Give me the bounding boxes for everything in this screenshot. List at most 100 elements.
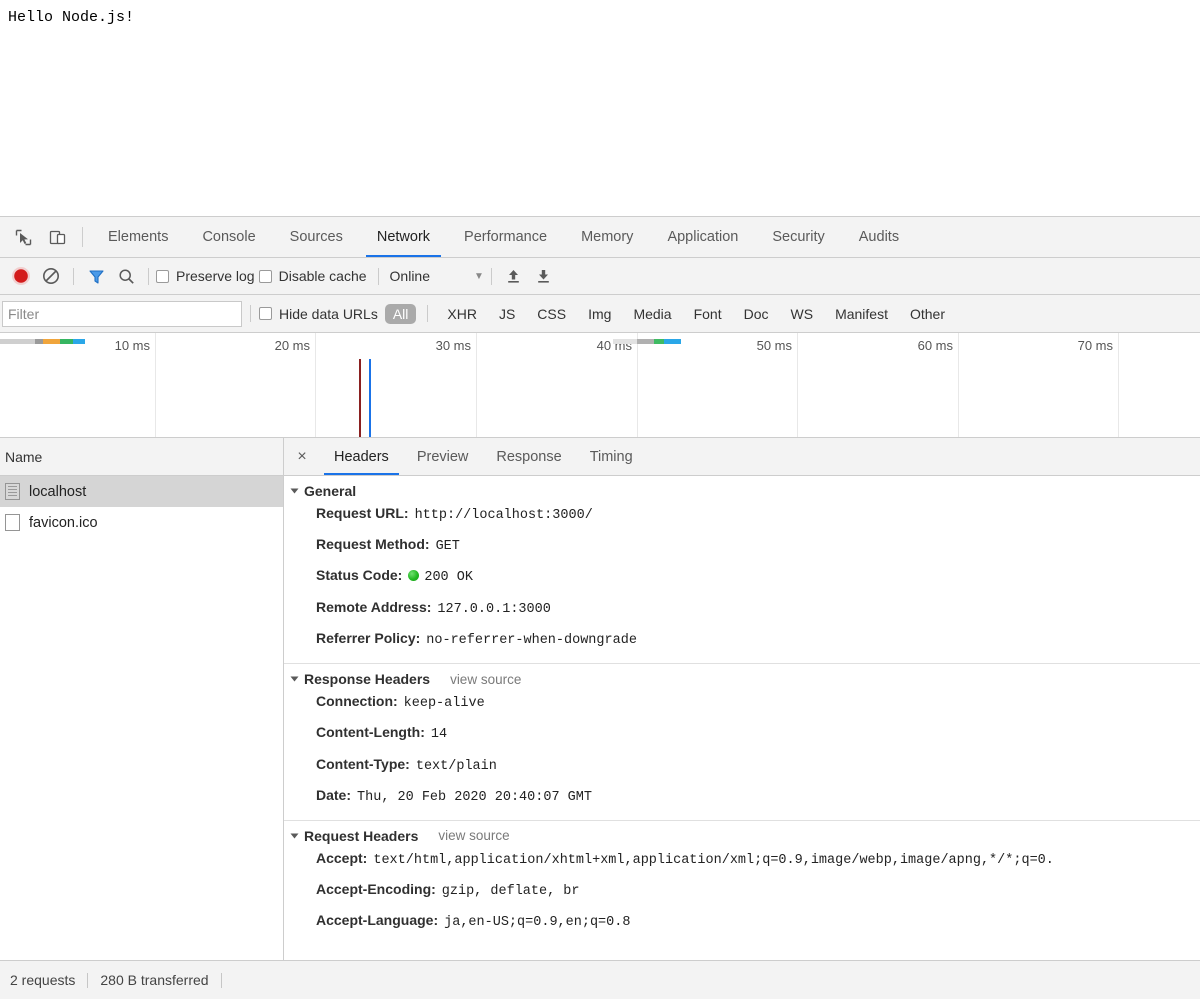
tab-performance[interactable]: Performance bbox=[447, 217, 564, 257]
tab-security-label: Security bbox=[772, 229, 824, 245]
view-source-link[interactable]: view source bbox=[450, 672, 521, 687]
tab-console[interactable]: Console bbox=[185, 217, 272, 257]
request-count: 2 requests bbox=[10, 972, 87, 988]
header-value: 200 OK bbox=[408, 569, 473, 587]
tab-audits[interactable]: Audits bbox=[842, 217, 916, 257]
header-value: GET bbox=[436, 538, 460, 556]
network-throttling-select[interactable]: Online ▼ bbox=[386, 268, 484, 284]
tab-preview[interactable]: Preview bbox=[403, 438, 483, 475]
tab-sources[interactable]: Sources bbox=[273, 217, 360, 257]
filter-icon[interactable] bbox=[81, 262, 111, 290]
tab-preview-label: Preview bbox=[417, 449, 469, 465]
status-divider bbox=[221, 973, 222, 988]
network-toolbar: Preserve log Disable cache Online ▼ bbox=[0, 258, 1200, 295]
overview-tick-4: 50 ms bbox=[757, 338, 797, 353]
tab-security[interactable]: Security bbox=[755, 217, 841, 257]
header-key: Date: bbox=[316, 786, 351, 805]
overview-tick-1: 20 ms bbox=[275, 338, 315, 353]
header-key: Remote Address: bbox=[316, 598, 431, 617]
type-filter-ws[interactable]: WS bbox=[783, 304, 822, 324]
header-group-title[interactable]: Request Headersview source bbox=[284, 828, 1200, 844]
overview-gridline bbox=[315, 333, 316, 437]
header-value: gzip, deflate, br bbox=[442, 883, 580, 901]
type-filter-manifest[interactable]: Manifest bbox=[827, 304, 896, 324]
load-event-marker bbox=[369, 359, 371, 437]
tab-audits-label: Audits bbox=[859, 229, 899, 245]
header-value: text/plain bbox=[416, 758, 497, 776]
tab-network[interactable]: Network bbox=[360, 217, 447, 257]
headers-content: GeneralRequest URL:http://localhost:3000… bbox=[284, 476, 1200, 960]
overview-bar-localhost bbox=[0, 339, 85, 344]
header-group-title[interactable]: Response Headersview source bbox=[284, 671, 1200, 687]
header-row: Accept: text/html,application/xhtml+xml,a… bbox=[284, 844, 1200, 875]
import-har-icon[interactable] bbox=[499, 262, 529, 290]
type-filter-xhr[interactable]: XHR bbox=[439, 304, 485, 324]
type-filter-js[interactable]: JS bbox=[491, 304, 523, 324]
overview-tick-2: 30 ms bbox=[436, 338, 476, 353]
tab-headers[interactable]: Headers bbox=[320, 438, 403, 475]
device-toolbar-icon[interactable] bbox=[40, 217, 74, 257]
throttle-value: Online bbox=[390, 268, 430, 284]
overview-tick-6: 70 ms bbox=[1078, 338, 1118, 353]
request-row-favicon-label: favicon.ico bbox=[29, 515, 98, 531]
view-source-link[interactable]: view source bbox=[438, 828, 509, 843]
overview-gridline bbox=[637, 333, 638, 437]
hide-data-urls-label: Hide data URLs bbox=[279, 306, 378, 322]
header-group-title[interactable]: General bbox=[284, 483, 1200, 499]
type-filter-img[interactable]: Img bbox=[580, 304, 619, 324]
disable-cache-checkbox[interactable]: Disable cache bbox=[259, 268, 367, 284]
tab-application[interactable]: Application bbox=[650, 217, 755, 257]
page-viewport: Hello Node.js! bbox=[0, 0, 1200, 216]
network-split-view: Name localhost favicon.ico × Headers bbox=[0, 438, 1200, 961]
tab-network-label: Network bbox=[377, 229, 430, 245]
request-row-localhost-label: localhost bbox=[29, 484, 86, 500]
header-key: Accept: bbox=[316, 849, 367, 868]
type-filter-doc[interactable]: Doc bbox=[736, 304, 777, 324]
preserve-log-checkbox[interactable]: Preserve log bbox=[156, 268, 255, 284]
tab-elements[interactable]: Elements bbox=[91, 217, 185, 257]
header-row: Request Method:GET bbox=[284, 530, 1200, 561]
type-filter-other[interactable]: Other bbox=[902, 304, 953, 324]
tab-timing[interactable]: Timing bbox=[576, 438, 647, 475]
network-overview-timeline[interactable]: 10 ms20 ms30 ms40 ms50 ms60 ms70 ms bbox=[0, 333, 1200, 438]
overview-tick-5: 60 ms bbox=[918, 338, 958, 353]
clear-button[interactable] bbox=[36, 262, 66, 290]
toolbar-divider bbox=[73, 268, 74, 285]
header-value: text/html,application/xhtml+xml,applicat… bbox=[373, 852, 1054, 870]
hide-data-urls-checkbox[interactable]: Hide data URLs bbox=[259, 306, 378, 322]
export-har-icon[interactable] bbox=[529, 262, 559, 290]
disable-cache-label: Disable cache bbox=[279, 268, 367, 284]
filter-input[interactable] bbox=[2, 301, 242, 327]
tab-console-label: Console bbox=[202, 229, 255, 245]
request-row-favicon[interactable]: favicon.ico bbox=[0, 507, 283, 538]
header-value: http://localhost:3000/ bbox=[415, 507, 593, 525]
status-divider bbox=[87, 973, 88, 988]
close-icon[interactable]: × bbox=[284, 438, 320, 475]
overview-bar-favicon bbox=[613, 339, 681, 344]
request-list-header[interactable]: Name bbox=[0, 438, 283, 476]
tab-memory[interactable]: Memory bbox=[564, 217, 650, 257]
inspect-element-icon[interactable] bbox=[6, 217, 40, 257]
tab-response[interactable]: Response bbox=[482, 438, 575, 475]
header-value: 127.0.0.1:3000 bbox=[437, 601, 550, 619]
tab-timing-label: Timing bbox=[590, 449, 633, 465]
request-row-localhost[interactable]: localhost bbox=[0, 476, 283, 507]
toolbar-divider bbox=[148, 268, 149, 285]
header-group-request-headers: Request Headersview source Accept: text/ht… bbox=[284, 821, 1200, 946]
header-row: Referrer Policy:no-referrer-when-downgra… bbox=[284, 624, 1200, 655]
type-filter-css[interactable]: CSS bbox=[529, 304, 574, 324]
type-filter-all[interactable]: All bbox=[385, 304, 417, 324]
dom-content-loaded-marker bbox=[359, 359, 361, 437]
tab-elements-label: Elements bbox=[108, 229, 168, 245]
chevron-down-icon: ▼ bbox=[474, 271, 484, 282]
header-row: Content-Type:text/plain bbox=[284, 750, 1200, 781]
header-group-response-headers: Response Headersview sourceConnection:ke… bbox=[284, 664, 1200, 821]
header-key: Status Code: bbox=[316, 566, 402, 585]
search-icon[interactable] bbox=[111, 262, 141, 290]
hide-data-urls-box bbox=[259, 307, 272, 320]
record-button[interactable] bbox=[6, 262, 36, 290]
tab-application-label: Application bbox=[667, 229, 738, 245]
status-ok-icon bbox=[408, 570, 419, 581]
type-filter-font[interactable]: Font bbox=[686, 304, 730, 324]
type-filter-media[interactable]: Media bbox=[625, 304, 679, 324]
